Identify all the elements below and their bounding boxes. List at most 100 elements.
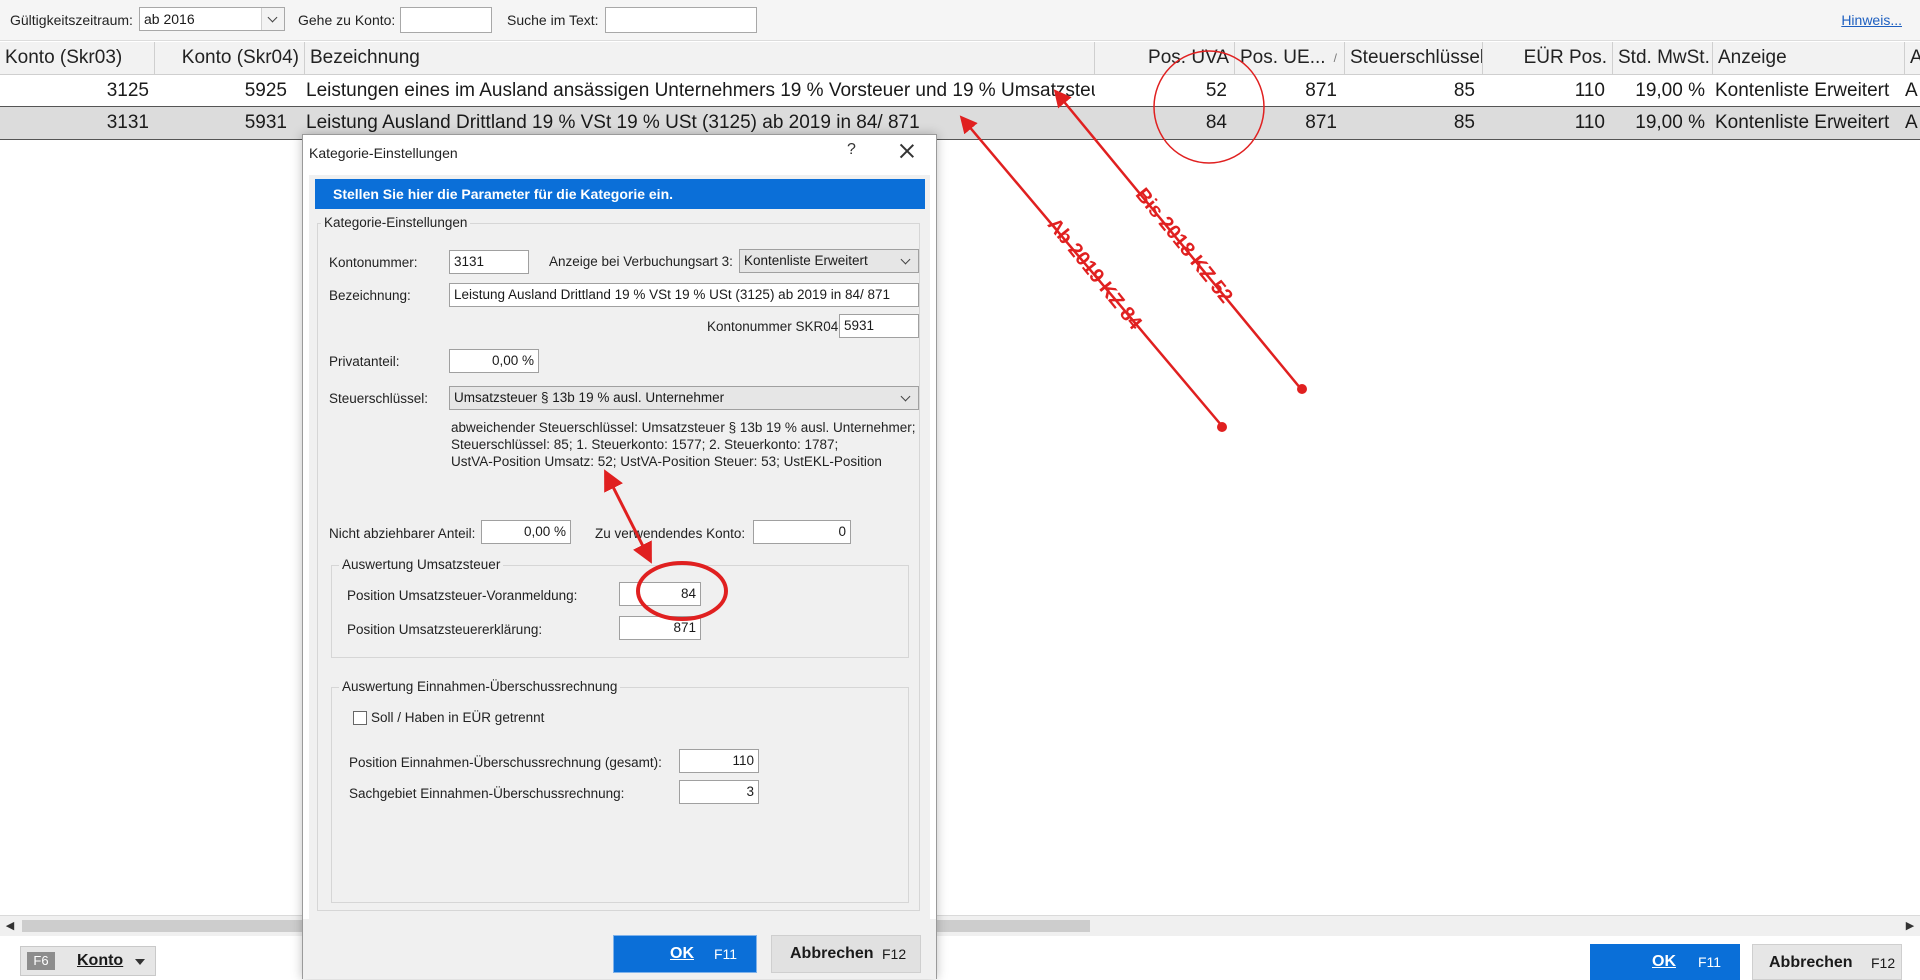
cell-extra: A (1905, 80, 1918, 101)
cell-skr04: 5931 (244, 112, 287, 133)
skr04-label: Kontonummer SKR04: (707, 319, 843, 334)
private-share-field[interactable]: 0,00 % (449, 349, 539, 373)
description-field[interactable]: Leistung Ausland Drittland 19 % VSt 19 %… (449, 283, 919, 307)
cell-skr04: 5925 (244, 80, 287, 101)
goto-label: Gehe zu Konto: (298, 12, 396, 28)
chevron-down-icon[interactable] (261, 8, 284, 30)
use-account-label: Zu verwendendes Konto: (595, 526, 746, 541)
dialog-title: Kategorie-Einstellungen (309, 145, 458, 161)
dialog-ok-shortcut: F11 (714, 946, 738, 962)
account-number-label: Kontonummer: (329, 255, 418, 270)
eur-position-label: Position Einnahmen-Überschussrechnung (g… (349, 755, 662, 770)
col-header-anzeige[interactable]: Anzeige (1713, 42, 1905, 74)
skr04-field[interactable]: 5931 (839, 314, 919, 338)
annotation-dot-2019 (1217, 422, 1227, 432)
col-header-pos-ue[interactable]: Pos. UE... / (1235, 42, 1345, 74)
eur-category-field[interactable]: 3 (679, 780, 759, 804)
soll-haben-label: Soll / Haben in EÜR getrennt (371, 710, 545, 725)
hint-link[interactable]: Hinweis... (1841, 12, 1902, 28)
annotation-label-2018: Bis 2018 KZ 52 (1130, 184, 1237, 308)
display-mode-value: Kontenliste Erweitert (744, 253, 868, 268)
help-icon[interactable]: ? (847, 141, 856, 159)
annotation-overlay (604, 50, 1307, 621)
scroll-right-icon[interactable]: ▶ (1902, 918, 1918, 934)
col-header-std-mwst[interactable]: Std. MwSt. (1613, 42, 1713, 74)
category-settings-dialog: Kategorie-Einstellungen ? Stellen Sie hi… (302, 134, 937, 979)
konto-menu-button[interactable]: F6 Konto (20, 946, 156, 976)
cell-pos-ue: 871 (1305, 112, 1337, 133)
cell-anzeige: Kontenliste Erweitert (1715, 80, 1890, 101)
ok-shortcut: F11 (1698, 954, 1722, 970)
dialog-cancel-shortcut: F12 (882, 946, 907, 962)
dropdown-arrow-icon (135, 959, 145, 965)
konto-menu-label: Konto (77, 952, 124, 969)
eur-category-label: Sachgebiet Einnahmen-Überschussrechnung: (349, 786, 625, 801)
goto-account-input[interactable] (400, 7, 492, 33)
cell-bezeichnung: Leistungen eines im Ausland ansässigen U… (306, 80, 1095, 101)
chevron-down-icon (900, 254, 911, 265)
period-label: Gültigkeitszeitraum: (10, 12, 133, 28)
soll-haben-checkbox[interactable] (353, 711, 367, 725)
tax-key-info: abweichender Steuerschlüssel: Umsatzsteu… (451, 419, 921, 470)
sort-icon: / (1333, 51, 1337, 65)
ok-label: OK (1652, 953, 1676, 970)
tax-info-line: abweichender Steuerschlüssel: Umsatzsteu… (451, 420, 916, 435)
eur-position-field[interactable]: 110 (679, 749, 759, 773)
cell-eur-pos: 110 (1574, 80, 1605, 101)
horizontal-scrollbar[interactable]: ◀ ▶ (0, 915, 1920, 936)
period-select[interactable]: ab 2016 (139, 7, 285, 31)
col-header-eur-pos[interactable]: EÜR Pos. (1483, 42, 1613, 74)
col-header-skr03[interactable]: Konto (Skr03) (0, 42, 155, 74)
tax-info-line: Steuerschlüssel: 85; 1. Steuerkonto: 157… (451, 437, 839, 452)
cell-std-mwst: 19,00 % (1635, 80, 1705, 101)
vat-prereturn-field[interactable]: 84 (619, 582, 701, 606)
dialog-cancel-button[interactable]: Abbrechen F12 (771, 935, 921, 973)
annotation-label-2019: Ab 2019 KZ 84 (1042, 214, 1147, 335)
search-text-input[interactable] (605, 7, 757, 33)
group-vat-legend: Auswertung Umsatzsteuer (339, 557, 504, 572)
group-category-legend: Kategorie-Einstellungen (321, 215, 471, 230)
scroll-left-icon[interactable]: ◀ (2, 918, 18, 934)
tax-key-value: Umsatzsteuer § 13b 19 % ausl. Unternehme… (454, 390, 725, 405)
dialog-ok-label: OK (670, 945, 694, 962)
vat-return-label: Position Umsatzsteuererklärung: (347, 622, 543, 637)
display-mode-select[interactable]: Kontenliste Erweitert (739, 249, 919, 273)
dialog-ok-button[interactable]: OK F11 (613, 935, 757, 973)
private-share-label: Privatanteil: (329, 354, 400, 369)
bottom-toolbar: F6 Konto OK F11 Abbrechen F12 (0, 936, 1920, 980)
display-mode-label: Anzeige bei Verbuchungsart 3: (549, 254, 733, 269)
cancel-label: Abbrechen (1769, 954, 1853, 971)
close-icon[interactable] (893, 137, 921, 165)
cell-std-mwst: 19,00 % (1635, 112, 1705, 133)
non-deductible-label: Nicht abziehbarer Anteil: (329, 526, 476, 541)
cell-eur-pos: 110 (1574, 112, 1605, 133)
tax-info-line: UstVA-Position Umsatz: 52; UstVA-Positio… (451, 454, 882, 469)
period-value: ab 2016 (144, 11, 195, 27)
grid-header: Konto (Skr03) Konto (Skr04) Bezeichnung … (0, 42, 1920, 75)
cell-skr03: 3131 (106, 112, 149, 133)
col-header-skr04[interactable]: Konto (Skr04) (155, 42, 305, 74)
col-header-pos-uva[interactable]: Pos. UVA (1095, 42, 1235, 74)
cell-pos-ue: 871 (1305, 80, 1337, 101)
col-header-extra[interactable]: A (1905, 42, 1920, 74)
search-label: Suche im Text: (507, 12, 599, 28)
cell-pos-uva: 84 (1205, 112, 1227, 133)
use-account-field[interactable]: 0 (753, 520, 851, 544)
vat-return-field[interactable]: 871 (619, 616, 701, 640)
dialog-cancel-label: Abbrechen (790, 945, 874, 962)
tax-key-select[interactable]: Umsatzsteuer § 13b 19 % ausl. Unternehme… (449, 386, 919, 410)
ok-button[interactable]: OK F11 (1590, 944, 1740, 980)
col-header-steuerschluessel[interactable]: Steuerschlüssel (1345, 42, 1483, 74)
cell-pos-uva: 52 (1205, 80, 1227, 101)
col-header-bezeichnung[interactable]: Bezeichnung (305, 42, 1095, 74)
non-deductible-field[interactable]: 0,00 % (481, 520, 571, 544)
table-row-selected[interactable]: 3131 5931 Leistung Ausland Drittland 19 … (0, 106, 1920, 140)
col-header-pos-ue-label: Pos. UE... (1240, 47, 1326, 68)
dialog-body: Stellen Sie hier die Parameter für die K… (309, 175, 930, 919)
table-row[interactable]: 3125 5925 Leistungen eines im Ausland an… (0, 75, 1920, 108)
cell-anzeige: Kontenliste Erweitert (1715, 112, 1890, 133)
filter-bar: Gültigkeitszeitraum: ab 2016 Gehe zu Kon… (0, 0, 1920, 41)
dialog-footer: OK F11 Abbrechen F12 (303, 919, 936, 979)
cancel-button[interactable]: Abbrechen F12 (1752, 944, 1902, 980)
account-number-field[interactable]: 3131 (449, 250, 529, 274)
